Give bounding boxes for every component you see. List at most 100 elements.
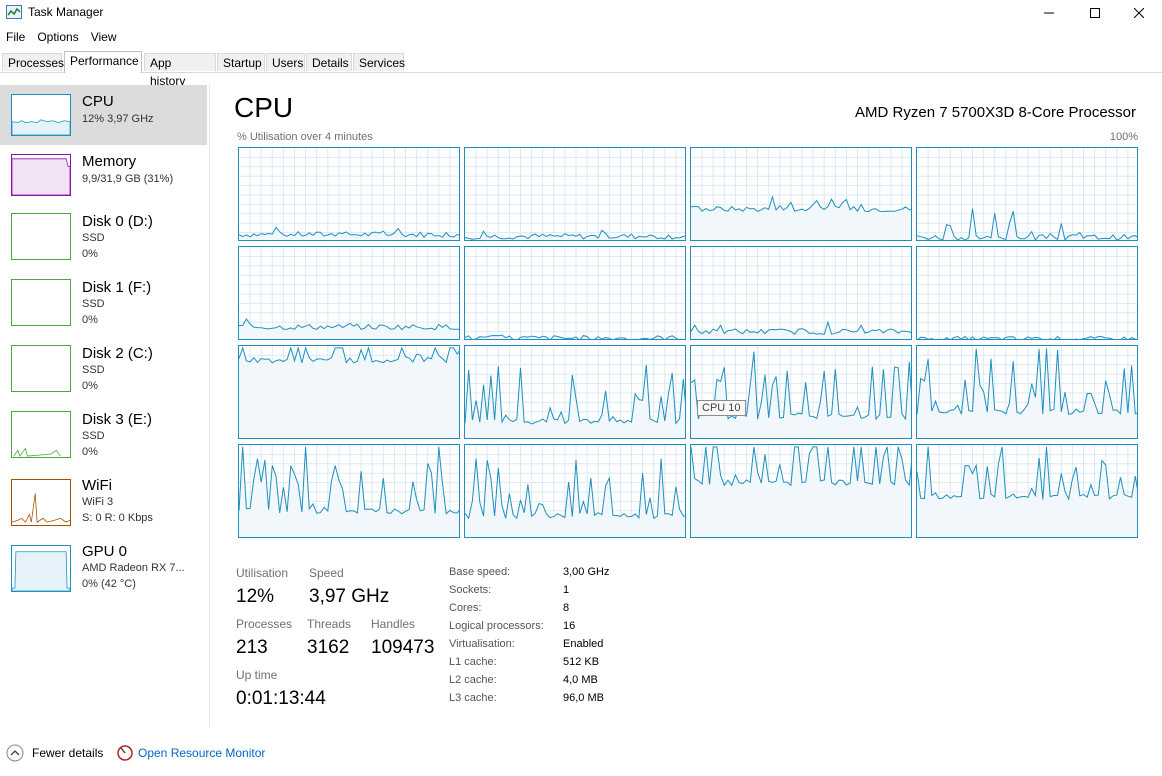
panel-divider	[209, 84, 210, 727]
cpu-core-graph	[690, 147, 912, 241]
speed-label: Speed	[309, 566, 344, 580]
sidebar-item-disk-3[interactable]: Disk 3 (E:) SSD 0%	[0, 409, 207, 469]
utilisation-label: Utilisation	[236, 566, 289, 580]
sidebar-item-disk-2[interactable]: Disk 2 (C:) SSD 0%	[0, 343, 207, 403]
memory-thumbnail-graph	[11, 154, 71, 196]
wifi-thumbnail-graph	[11, 479, 71, 526]
info-key: Base speed:	[449, 566, 511, 578]
window-title: Task Manager	[28, 5, 104, 19]
info-value: 16	[563, 620, 576, 632]
info-key: Virtualisation:	[449, 638, 515, 650]
processes-value: 213	[236, 637, 268, 658]
disk0-thumbnail-graph	[11, 213, 71, 260]
sidebar-wifi-name: WiFi	[82, 477, 112, 494]
menu-options[interactable]: Options	[31, 28, 84, 48]
sidebar-memory-name: Memory	[82, 153, 137, 170]
info-key: L1 cache:	[449, 656, 497, 668]
cpu-core-graph	[916, 246, 1138, 340]
sidebar-disk2-usage: 0%	[82, 380, 98, 392]
disk3-thumbnail-graph	[11, 411, 71, 458]
sidebar-disk0-usage: 0%	[82, 248, 98, 260]
cpu-core-graph	[464, 147, 686, 241]
sidebar-disk3-usage: 0%	[82, 446, 98, 458]
sidebar-disk2-type: SSD	[82, 364, 105, 376]
sidebar-disk0-type: SSD	[82, 232, 105, 244]
close-icon	[1134, 8, 1144, 18]
info-key: L3 cache:	[449, 692, 497, 704]
menu-view[interactable]: View	[85, 28, 123, 48]
info-value: 4,0 MB	[563, 674, 598, 686]
tab-performance[interactable]: Performance	[64, 51, 142, 73]
page-title: CPU	[234, 92, 294, 123]
sidebar-disk1-usage: 0%	[82, 314, 98, 326]
minimize-icon	[1044, 12, 1054, 14]
cpu-core-graph	[690, 444, 912, 538]
sidebar-gpu-name: GPU 0	[82, 543, 128, 560]
tab-bar: Processes Performance App history Startu…	[0, 51, 1162, 88]
menu-file[interactable]: File	[0, 28, 31, 48]
tab-startup[interactable]: Startup	[217, 53, 265, 71]
sidebar-item-disk-1[interactable]: Disk 1 (F:) SSD 0%	[0, 277, 207, 337]
graph-max-label: 100%	[1109, 131, 1138, 143]
info-value: 1	[563, 584, 570, 596]
processes-label: Processes	[236, 617, 293, 631]
sidebar-memory-detail: 9,9/31,9 GB (31%)	[82, 173, 174, 185]
info-key: Cores:	[449, 602, 482, 614]
info-value: 3,00 GHz	[563, 566, 610, 578]
sidebar-disk1-name: Disk 1 (F:)	[82, 279, 152, 296]
tab-processes[interactable]: Processes	[2, 53, 64, 71]
tab-app-history[interactable]: App history	[144, 53, 216, 88]
handles-label: Handles	[371, 617, 416, 631]
speed-value: 3,97 GHz	[309, 586, 390, 607]
sidebar-item-wifi[interactable]: WiFi WiFi 3 S: 0 R: 0 Kbps	[0, 475, 207, 535]
tab-details[interactable]: Details	[306, 53, 352, 71]
info-key: L2 cache:	[449, 674, 497, 686]
maximize-icon	[1090, 8, 1100, 18]
sidebar-disk2-name: Disk 2 (C:)	[82, 345, 153, 362]
sidebar-item-cpu[interactable]: CPU 12% 3,97 GHz	[0, 85, 207, 145]
tab-services[interactable]: Services	[353, 53, 405, 71]
graph-axis-label: % Utilisation over 4 minutes	[237, 131, 373, 143]
resource-monitor-icon	[117, 745, 133, 761]
maximize-button[interactable]	[1072, 0, 1118, 26]
sidebar-item-gpu[interactable]: GPU 0 AMD Radeon RX 7... 0% (42 °C)	[0, 541, 207, 601]
info-value: 96,0 MB	[563, 692, 604, 704]
cpu-core-graph	[916, 345, 1138, 439]
uptime-label: Up time	[236, 668, 278, 682]
cpu-core-graph	[238, 246, 460, 340]
info-key: Logical processors:	[449, 620, 544, 632]
tab-users[interactable]: Users	[266, 53, 305, 71]
sidebar-wifi-throughput: S: 0 R: 0 Kbps	[82, 512, 153, 524]
cpu-core-graph	[690, 246, 912, 340]
sidebar-disk0-name: Disk 0 (D:)	[82, 213, 153, 230]
cpu-core-graph	[916, 147, 1138, 241]
sidebar-disk3-name: Disk 3 (E:)	[82, 411, 153, 428]
processor-name: AMD Ryzen 7 5700X3D 8-Core Processor	[855, 104, 1136, 121]
handles-value: 109473	[371, 637, 435, 658]
utilisation-value: 12%	[236, 586, 275, 607]
cpu-core-graph	[464, 345, 686, 439]
info-value: 8	[563, 602, 570, 614]
chevron-up-icon[interactable]	[6, 744, 24, 762]
open-resource-monitor-link[interactable]: Open Resource Monitor	[138, 746, 265, 760]
sidebar-item-disk-0[interactable]: Disk 0 (D:) SSD 0%	[0, 211, 207, 271]
sidebar-wifi-adapter: WiFi 3	[82, 496, 114, 508]
info-key: Sockets:	[449, 584, 492, 596]
info-value: 512 KB	[563, 656, 600, 668]
minimize-button[interactable]	[1026, 0, 1072, 26]
sidebar-cpu-detail: 12% 3,97 GHz	[82, 113, 154, 125]
cpu-core-graph	[690, 345, 912, 439]
sidebar-item-memory[interactable]: Memory 9,9/31,9 GB (31%)	[0, 145, 207, 205]
title-bar: Task Manager	[0, 0, 1162, 26]
task-manager-icon	[6, 5, 22, 19]
info-value: Enabled	[563, 638, 604, 650]
close-button[interactable]	[1116, 0, 1162, 26]
cpu-tooltip: CPU 10	[697, 400, 746, 416]
cpu-core-graph	[238, 345, 460, 439]
cpu-core-graph	[916, 444, 1138, 538]
uptime-value: 0:01:13:44	[236, 688, 326, 709]
sidebar-gpu-model: AMD Radeon RX 7...	[82, 562, 185, 574]
threads-value: 3162	[307, 637, 350, 658]
cpu-core-graph	[238, 444, 460, 538]
fewer-details-link[interactable]: Fewer details	[32, 746, 103, 760]
